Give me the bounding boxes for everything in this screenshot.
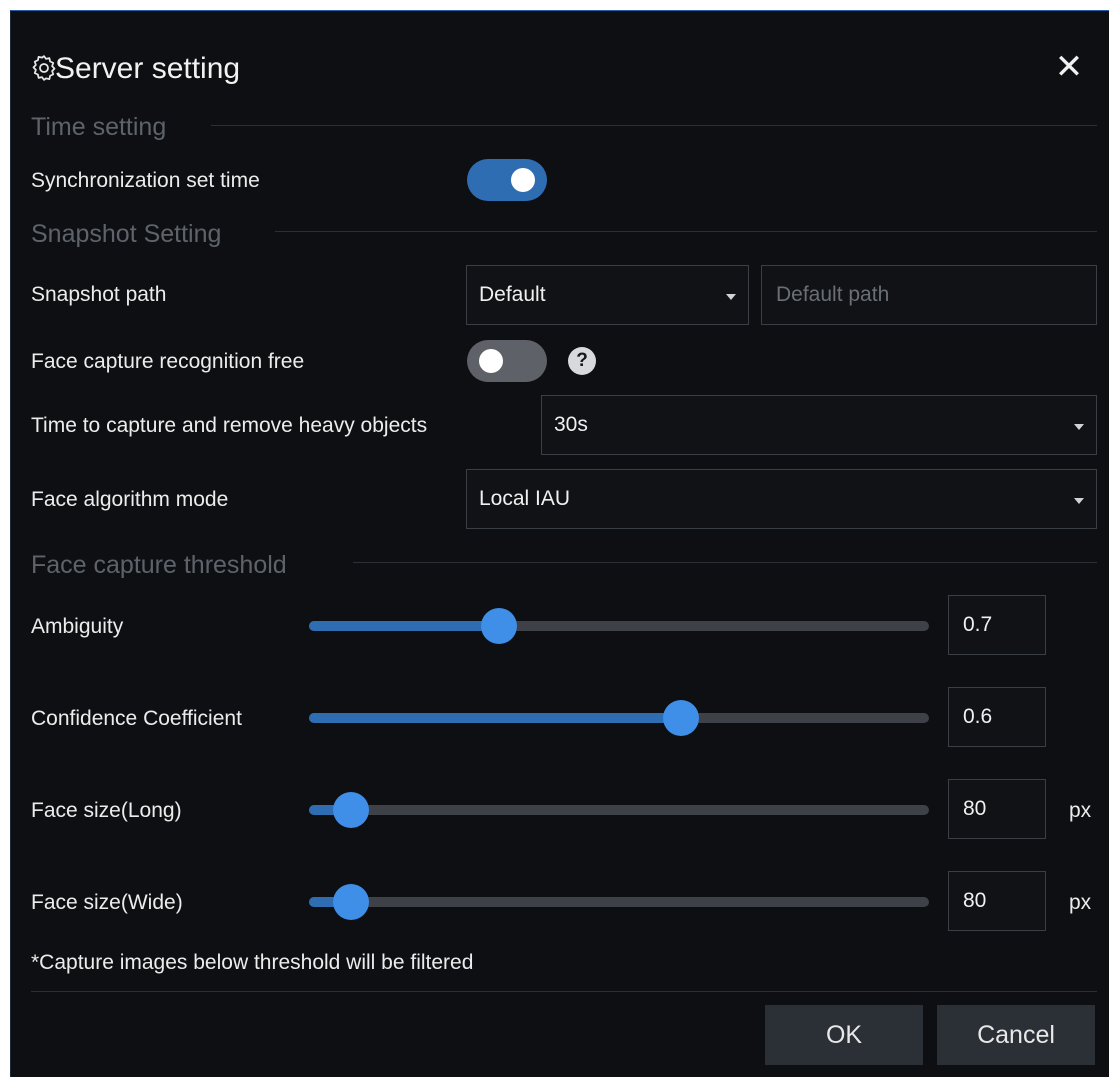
remove-heavy-select[interactable]: 30s: [541, 395, 1097, 455]
server-setting-dialog: Server setting ✕ Time setting Synchroniz…: [10, 10, 1109, 1077]
toggle-knob: [479, 349, 503, 373]
help-icon[interactable]: ?: [568, 347, 596, 375]
section-divider: [353, 562, 1097, 563]
slider-handle[interactable]: [333, 884, 369, 920]
face-size-wide-unit: px: [1069, 891, 1092, 914]
threshold-heading: Face capture threshold: [31, 551, 287, 579]
face-size-wide-value-box[interactable]: 80: [948, 871, 1046, 931]
remove-heavy-value: 30s: [554, 413, 588, 436]
chevron-down-icon: [726, 294, 736, 300]
face-size-long-value-box[interactable]: 80: [948, 779, 1046, 839]
snapshot-setting-heading: Snapshot Setting: [31, 220, 222, 248]
sync-time-toggle[interactable]: [467, 159, 547, 201]
algorithm-mode-value: Local IAU: [479, 487, 571, 510]
slider-fill: [309, 713, 681, 723]
slider-handle[interactable]: [481, 608, 517, 644]
ambiguity-value-box[interactable]: 0.7: [948, 595, 1046, 655]
chevron-down-icon: [1074, 424, 1084, 430]
time-setting-heading: Time setting: [31, 113, 167, 141]
snapshot-path-input[interactable]: Default path: [761, 265, 1097, 325]
confidence-value: 0.6: [963, 705, 993, 728]
cancel-button[interactable]: Cancel: [937, 1005, 1095, 1065]
ambiguity-label: Ambiguity: [31, 615, 124, 638]
snapshot-path-label: Snapshot path: [31, 283, 167, 306]
dialog-title: Server setting: [55, 52, 241, 85]
face-size-long-label: Face size(Long): [31, 799, 182, 822]
algorithm-mode-select[interactable]: Local IAU: [466, 469, 1097, 529]
ok-button[interactable]: OK: [765, 1005, 923, 1065]
confidence-label: Confidence Coefficient: [31, 707, 242, 730]
slider-handle[interactable]: [663, 700, 699, 736]
slider-handle[interactable]: [333, 792, 369, 828]
footer-divider: [31, 991, 1097, 992]
face-size-wide-slider[interactable]: [309, 884, 929, 920]
recognition-free-toggle[interactable]: [467, 340, 547, 382]
ambiguity-value: 0.7: [963, 613, 993, 636]
section-divider: [275, 231, 1097, 232]
face-size-long-value: 80: [963, 797, 987, 820]
close-icon[interactable]: ✕: [1049, 47, 1089, 87]
sync-time-label: Synchronization set time: [31, 169, 260, 192]
face-size-long-slider[interactable]: [309, 792, 929, 828]
threshold-note: *Capture images below threshold will be …: [31, 951, 474, 974]
confidence-value-box[interactable]: 0.6: [948, 687, 1046, 747]
chevron-down-icon: [1074, 498, 1084, 504]
slider-fill: [309, 621, 499, 631]
face-size-wide-value: 80: [963, 889, 987, 912]
toggle-knob: [511, 168, 535, 192]
face-size-long-unit: px: [1069, 799, 1092, 822]
remove-heavy-label: Time to capture and remove heavy objects: [31, 414, 428, 437]
confidence-slider[interactable]: [309, 700, 929, 736]
ambiguity-slider[interactable]: [309, 608, 929, 644]
algorithm-mode-label: Face algorithm mode: [31, 488, 229, 511]
snapshot-path-placeholder: Default path: [776, 283, 890, 306]
face-size-wide-label: Face size(Wide): [31, 891, 183, 914]
section-divider: [211, 125, 1097, 126]
recognition-free-label: Face capture recognition free: [31, 350, 305, 373]
snapshot-path-select[interactable]: Default: [466, 265, 749, 325]
snapshot-path-value: Default: [479, 283, 546, 306]
